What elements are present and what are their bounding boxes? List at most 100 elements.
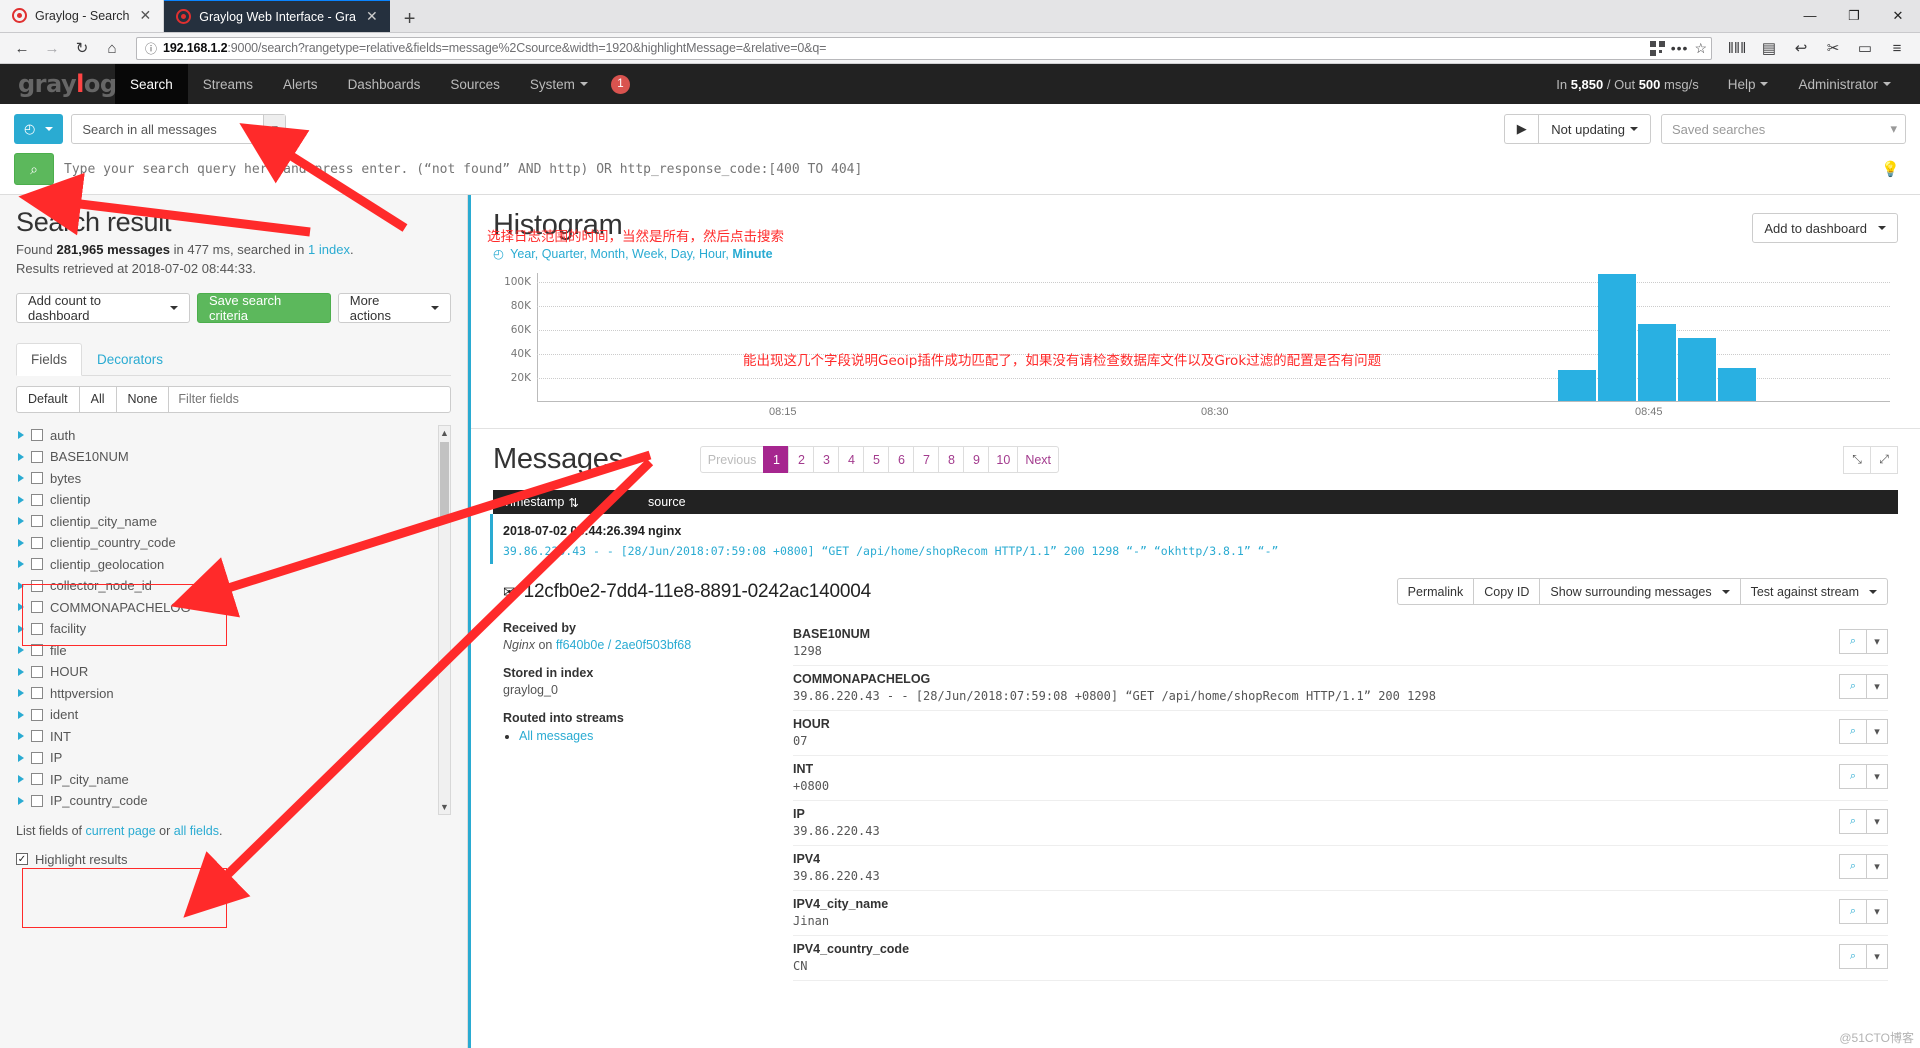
expand-triangle-icon[interactable]: [18, 624, 24, 633]
field-row[interactable]: HOUR: [16, 661, 435, 683]
nav-item-dashboards[interactable]: Dashboards: [333, 64, 436, 104]
add-count-to-dashboard-button[interactable]: Add count to dashboard: [16, 292, 191, 323]
undo-icon[interactable]: ↩: [1786, 36, 1816, 61]
qr-code-icon[interactable]: [1649, 40, 1665, 56]
expand-triangle-icon[interactable]: [18, 710, 24, 719]
nav-item-help[interactable]: Help: [1713, 64, 1784, 104]
nav-item-user[interactable]: Administrator: [1783, 64, 1906, 104]
histogram-chart[interactable]: 100K 80K 60K 40K 20K 08:15 08:30 08:45 能…: [493, 273, 1898, 418]
timerange-type-button[interactable]: ◴: [14, 114, 64, 144]
scroll-down-icon[interactable]: ▼: [439, 800, 450, 814]
field-row[interactable]: auth: [16, 425, 435, 447]
expand-triangle-icon[interactable]: [18, 646, 24, 655]
copy-id-button[interactable]: Copy ID: [1473, 578, 1541, 605]
resolution-day[interactable]: Day: [671, 247, 692, 261]
resolution-minute[interactable]: Minute: [732, 247, 772, 261]
expand-triangle-icon[interactable]: [18, 495, 24, 504]
library-icon[interactable]: ‖‖‖: [1722, 36, 1752, 61]
field-checkbox[interactable]: [31, 515, 43, 528]
field-checkbox[interactable]: [31, 601, 43, 614]
close-window-button[interactable]: ✕: [1876, 8, 1920, 24]
field-checkbox[interactable]: [31, 665, 43, 678]
message-row[interactable]: 2018-07-02 08:44:26.394 nginx 39.86.220.…: [490, 514, 1898, 564]
nav-item-search[interactable]: Search: [115, 64, 188, 104]
scroll-up-icon[interactable]: ▲: [439, 426, 450, 440]
tab-fields[interactable]: Fields: [16, 342, 83, 376]
sidebar-icon[interactable]: ▤: [1754, 36, 1784, 61]
highlight-results-checkbox[interactable]: ✓: [16, 853, 28, 866]
zoom-in-icon[interactable]: ⌕: [1839, 944, 1867, 969]
field-list-scrollbar[interactable]: ▲ ▼: [438, 424, 451, 815]
pagination-page-10[interactable]: 10: [988, 446, 1019, 473]
stream-link-all-messages[interactable]: All messages: [519, 729, 593, 743]
page-actions-icon[interactable]: •••: [1671, 40, 1689, 56]
maximize-button[interactable]: ❐: [1832, 8, 1876, 24]
fields-preset-default[interactable]: Default: [16, 385, 80, 413]
index-link[interactable]: 1 index: [308, 242, 350, 257]
expand-triangle-icon[interactable]: [18, 431, 24, 440]
expand-triangle-icon[interactable]: [18, 775, 24, 784]
new-tab-button[interactable]: +: [390, 9, 430, 32]
permalink-button[interactable]: Permalink: [1396, 578, 1475, 605]
zoom-in-icon[interactable]: ⌕: [1839, 809, 1867, 834]
field-row[interactable]: INT: [16, 726, 435, 748]
field-row[interactable]: clientip_geolocation: [16, 554, 435, 576]
pagination-page-8[interactable]: 8: [938, 446, 965, 473]
pagination-page-7[interactable]: 7: [913, 446, 940, 473]
received-by-node-link[interactable]: ff640b0e / 2ae0f503bf68: [556, 638, 691, 652]
expand-triangle-icon[interactable]: [18, 560, 24, 569]
browser-tab-2[interactable]: Graylog Web Interface - Gra ✕: [164, 0, 390, 32]
field-row[interactable]: collector_node_id: [16, 575, 435, 597]
resolution-month[interactable]: Month: [590, 247, 625, 261]
histogram-bar[interactable]: [1558, 370, 1596, 401]
collapse-all-icon[interactable]: ⤢: [1870, 445, 1898, 474]
resolution-year[interactable]: Year: [510, 247, 535, 261]
expand-triangle-icon[interactable]: [18, 689, 24, 698]
back-icon[interactable]: ←: [8, 36, 36, 61]
scrollbar-thumb[interactable]: [440, 441, 449, 520]
pagination-page-3[interactable]: 3: [813, 446, 840, 473]
test-against-stream-button[interactable]: Test against stream: [1739, 578, 1888, 605]
expand-triangle-icon[interactable]: [18, 517, 24, 526]
field-row[interactable]: clientip_city_name: [16, 511, 435, 533]
field-row[interactable]: COMMONAPACHELOG: [16, 597, 435, 619]
field-checkbox[interactable]: [31, 708, 43, 721]
minimize-button[interactable]: —: [1788, 8, 1832, 23]
pagination-page-4[interactable]: 4: [838, 446, 865, 473]
forward-icon[interactable]: →: [38, 36, 66, 61]
nav-item-alerts[interactable]: Alerts: [268, 64, 333, 104]
pagination-page-5[interactable]: 5: [863, 446, 890, 473]
browser-tab-1[interactable]: Graylog - Search ✕: [0, 0, 165, 32]
expand-triangle-icon[interactable]: [18, 667, 24, 676]
field-row[interactable]: clientip_country_code: [16, 532, 435, 554]
pagination-page-6[interactable]: 6: [888, 446, 915, 473]
field-row[interactable]: BASE10NUM: [16, 446, 435, 468]
histogram-bar[interactable]: [1678, 338, 1716, 401]
field-checkbox[interactable]: [31, 493, 43, 506]
nav-item-sources[interactable]: Sources: [435, 64, 515, 104]
reload-icon[interactable]: ↻: [68, 36, 96, 61]
add-to-dashboard-button[interactable]: Add to dashboard: [1752, 213, 1898, 243]
histogram-bar[interactable]: [1638, 324, 1676, 401]
timerange-select[interactable]: Search in all messages ▼: [71, 114, 287, 144]
field-row[interactable]: bytes: [16, 468, 435, 490]
field-menu-chevron-icon[interactable]: ▾: [1866, 944, 1888, 969]
expand-triangle-icon[interactable]: [18, 452, 24, 461]
expand-triangle-icon[interactable]: [18, 796, 24, 805]
field-row[interactable]: ident: [16, 704, 435, 726]
saved-searches-select[interactable]: Saved searches ▾: [1661, 114, 1906, 144]
fields-preset-all[interactable]: All: [78, 385, 117, 413]
chevron-down-icon[interactable]: ▼: [263, 115, 286, 143]
field-checkbox[interactable]: [31, 751, 43, 764]
url-bar[interactable]: ⓘ 192.168.1.2:9000/search?rangetype=rela…: [136, 36, 1712, 60]
pagination-page-1[interactable]: 1: [763, 446, 790, 473]
pagination-previous[interactable]: Previous: [699, 446, 765, 473]
notification-badge[interactable]: 1: [610, 74, 630, 94]
chat-icon[interactable]: ▭: [1850, 36, 1880, 61]
field-row[interactable]: IP_country_code: [16, 790, 435, 812]
field-checkbox[interactable]: [31, 536, 43, 549]
zoom-in-icon[interactable]: ⌕: [1839, 674, 1867, 699]
column-source[interactable]: source: [648, 495, 686, 509]
field-menu-chevron-icon[interactable]: ▾: [1866, 809, 1888, 834]
hamburger-menu-icon[interactable]: ≡: [1882, 36, 1912, 61]
